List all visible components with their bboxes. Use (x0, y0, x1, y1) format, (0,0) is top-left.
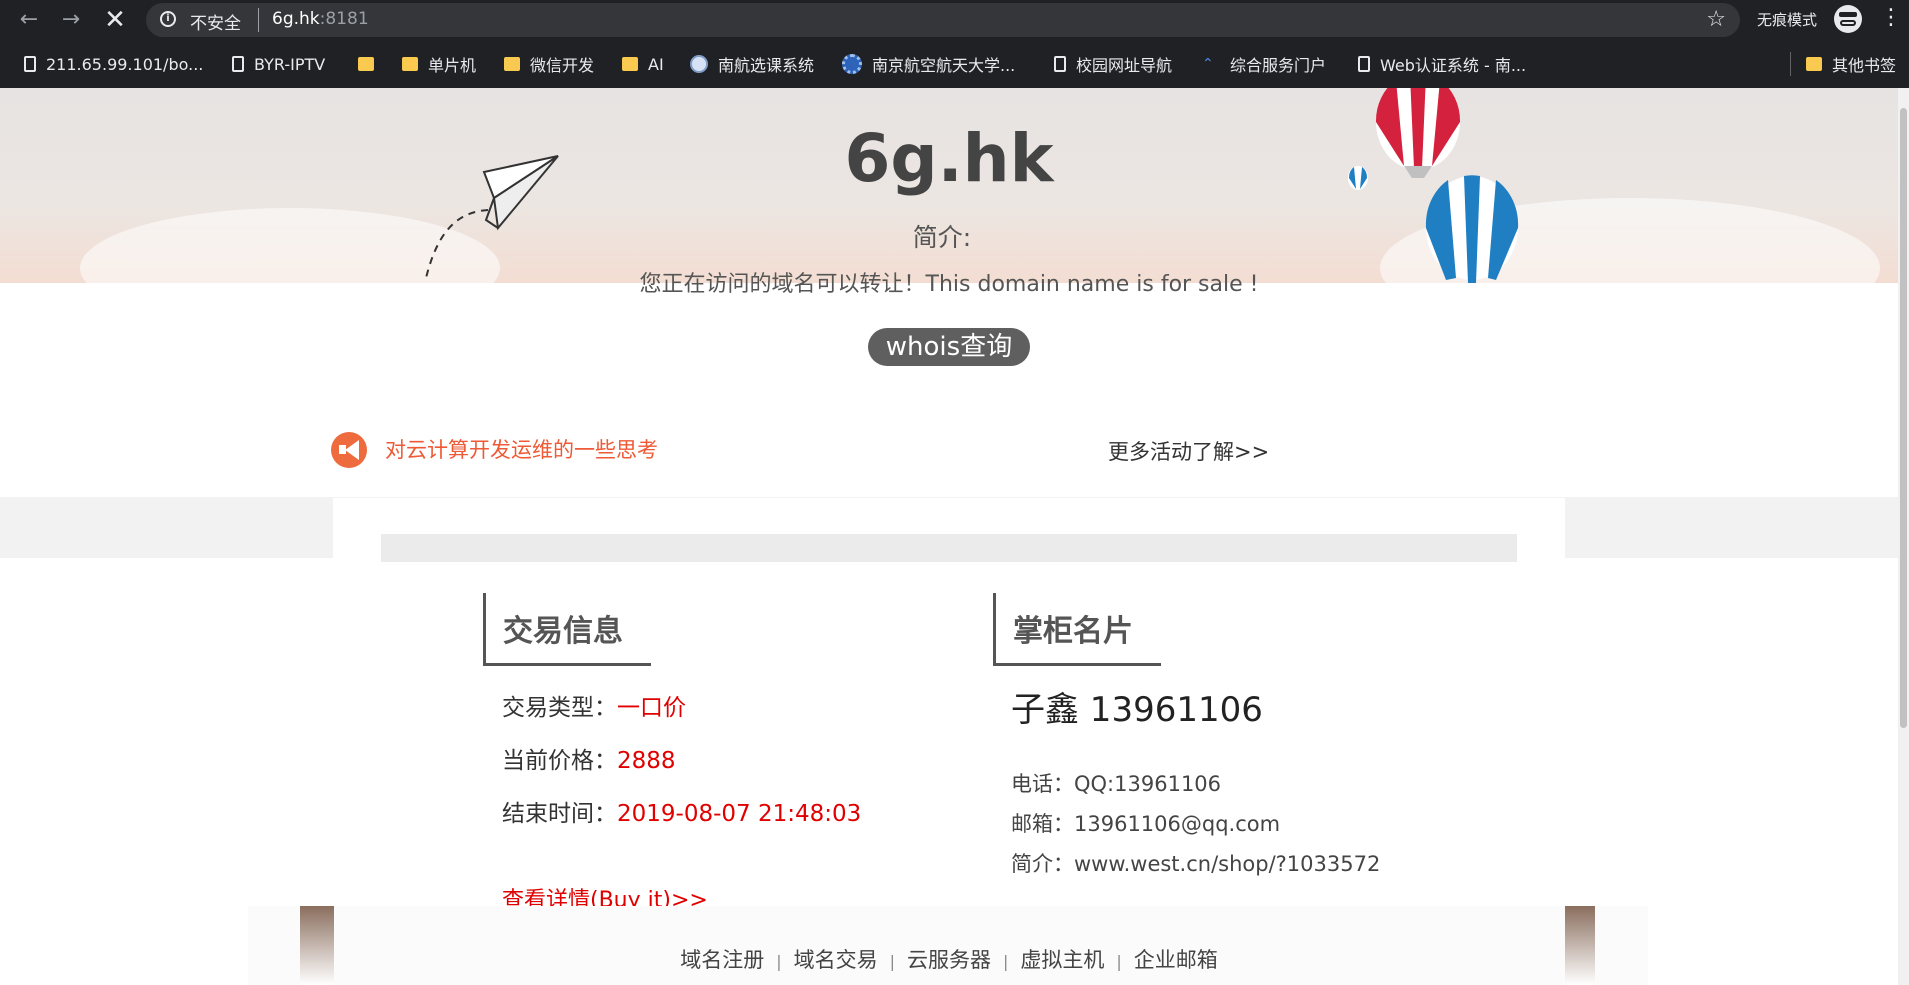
owner-email-label: 邮箱： (1011, 812, 1074, 836)
footer-divider: | (1116, 952, 1122, 971)
chevron-logo-icon: ⌃ (1202, 56, 1214, 72)
bookmark-label: 211.65.99.101/bo... (46, 54, 204, 74)
bookmark-folder[interactable] (358, 52, 384, 76)
footer-link-cloud-server[interactable]: 云服务器 (907, 948, 991, 972)
end-time-label: 结束时间： (502, 801, 617, 827)
domain-title: 6g.hk (844, 120, 1054, 197)
page-icon (24, 56, 36, 72)
footer-link-domain-register[interactable]: 域名注册 (680, 948, 764, 972)
bookmark-item[interactable]: 校园网址导航 (1054, 52, 1172, 76)
more-activities-link[interactable]: 更多活动了解>> (1108, 436, 1269, 466)
web-page: 6g.hk 简介: 您正在访问的域名可以转让！This domain name … (0, 88, 1898, 985)
intro-text: 您正在访问的域名可以转让！This domain name is for sal… (639, 272, 1259, 297)
page-icon (1054, 56, 1066, 72)
bookmark-item[interactable]: Web认证系统 - 南... (1358, 52, 1526, 76)
globe-icon (690, 55, 708, 73)
url-text[interactable]: 6g.hk:8181 (272, 9, 369, 29)
folder-icon (1806, 57, 1822, 71)
bookmark-label: 校园网址导航 (1076, 56, 1173, 75)
menu-kebab-icon[interactable]: ⋮ (1880, 5, 1902, 30)
trade-type-value: 一口价 (617, 695, 686, 721)
notice-link[interactable]: 对云计算开发运维的一些思考 (385, 434, 658, 464)
footer-link-virtual-host[interactable]: 虚拟主机 (1020, 948, 1104, 972)
scrollbar-thumb[interactable] (1900, 108, 1907, 728)
other-bookmarks-folder[interactable]: 其他书签 (1806, 52, 1896, 76)
browser-toolbar: ← → ✕ i 不安全 6g.hk:8181 ☆ 无痕模式 ⋮ (0, 0, 1909, 40)
trade-info-title: 交易信息 (503, 614, 623, 649)
university-icon (842, 54, 862, 74)
bookmark-label: AI (648, 54, 664, 74)
bookmark-label: 其他书签 (1832, 56, 1897, 75)
url-port: :8181 (319, 9, 369, 29)
bookmark-folder[interactable]: AI (622, 52, 664, 76)
owner-phone-row: 电话：QQ:13961106 (1011, 768, 1221, 798)
end-time-row: 结束时间：2019-08-07 21:48:03 (502, 794, 861, 828)
owner-intro-label: 简介： (1011, 852, 1074, 876)
bookmarks-divider (1790, 52, 1791, 76)
current-price-label: 当前价格： (502, 748, 617, 774)
bookmark-item[interactable]: BYR-IPTV (232, 52, 325, 76)
folder-icon (622, 57, 638, 71)
current-price-row: 当前价格：2888 (502, 741, 676, 775)
footer-divider: | (1003, 952, 1009, 971)
current-price-value: 2888 (617, 748, 676, 774)
incognito-label: 无痕模式 (1757, 11, 1818, 29)
bookmarks-bar: 211.65.99.101/bo... BYR-IPTV 单片机 微信开发 AI… (0, 40, 1909, 88)
forward-arrow-icon[interactable]: → (56, 6, 86, 34)
folder-icon (402, 57, 418, 71)
bookmark-label: 单片机 (428, 56, 477, 75)
footer-link-domain-trade[interactable]: 域名交易 (794, 948, 878, 972)
info-icon[interactable]: i (160, 11, 176, 27)
whois-button[interactable]: whois查询 (868, 328, 1030, 366)
owner-phone-value: QQ:13961106 (1074, 772, 1222, 796)
owner-intro-value[interactable]: www.west.cn/shop/?1033572 (1074, 852, 1380, 876)
megaphone-icon (331, 432, 367, 468)
page-scrollbar[interactable] (1898, 88, 1909, 985)
folder-icon (504, 57, 520, 71)
address-divider (258, 8, 259, 32)
bookmark-item[interactable]: 211.65.99.101/bo... (24, 52, 203, 76)
footer-divider: | (776, 952, 782, 971)
intro-label: 简介: (912, 223, 972, 252)
footer-divider: | (889, 952, 895, 971)
back-arrow-icon[interactable]: ← (14, 6, 44, 34)
owner-card-title: 掌柜名片 (1013, 614, 1133, 649)
owner-email-row: 邮箱：13961106@qq.com (1011, 808, 1280, 838)
bookmark-label: BYR-IPTV (254, 54, 326, 74)
security-label: 不安全 (190, 14, 241, 34)
trade-type-label: 交易类型： (502, 695, 617, 721)
bookmark-label: 综合服务门户 (1230, 56, 1327, 75)
bookmark-label: Web认证系统 - 南... (1380, 56, 1527, 75)
url-host: 6g.hk (272, 9, 320, 29)
footer-links: 域名注册 | 域名交易 | 云服务器 | 虚拟主机 | 企业邮箱 (0, 944, 1898, 974)
bookmark-item[interactable]: 南航选课系统 (690, 52, 814, 76)
bookmark-folder[interactable]: 单片机 (402, 52, 476, 76)
bookmark-label: 南航选课系统 (718, 56, 815, 75)
bookmark-label: 微信开发 (530, 56, 595, 75)
owner-phone-label: 电话： (1011, 772, 1074, 796)
card-header-bar (381, 534, 1517, 562)
owner-email-value[interactable]: 13961106@qq.com (1074, 812, 1280, 836)
folder-icon (358, 57, 374, 71)
bookmark-label: 南京航空航天大学... (872, 56, 1016, 75)
bookmark-star-icon[interactable]: ☆ (1706, 7, 1726, 32)
owner-intro-row: 简介：www.west.cn/shop/?1033572 (1011, 848, 1380, 878)
owner-name: 子鑫 13961106 (1011, 690, 1263, 730)
bookmark-item[interactable]: ⌃ 综合服务门户 (1202, 52, 1326, 76)
address-bar[interactable]: i 不安全 6g.hk:8181 ☆ (146, 3, 1740, 37)
stop-loading-icon[interactable]: ✕ (100, 6, 130, 34)
page-icon (232, 56, 244, 72)
bookmark-item[interactable]: 南京航空航天大学... (842, 52, 1015, 76)
trade-type-row: 交易类型：一口价 (502, 688, 686, 722)
page-icon (1358, 56, 1370, 72)
footer-link-enterprise-mail[interactable]: 企业邮箱 (1134, 948, 1218, 972)
bookmark-folder[interactable]: 微信开发 (504, 52, 594, 76)
end-time-value: 2019-08-07 21:48:03 (617, 801, 862, 827)
incognito-icon[interactable] (1834, 5, 1862, 33)
